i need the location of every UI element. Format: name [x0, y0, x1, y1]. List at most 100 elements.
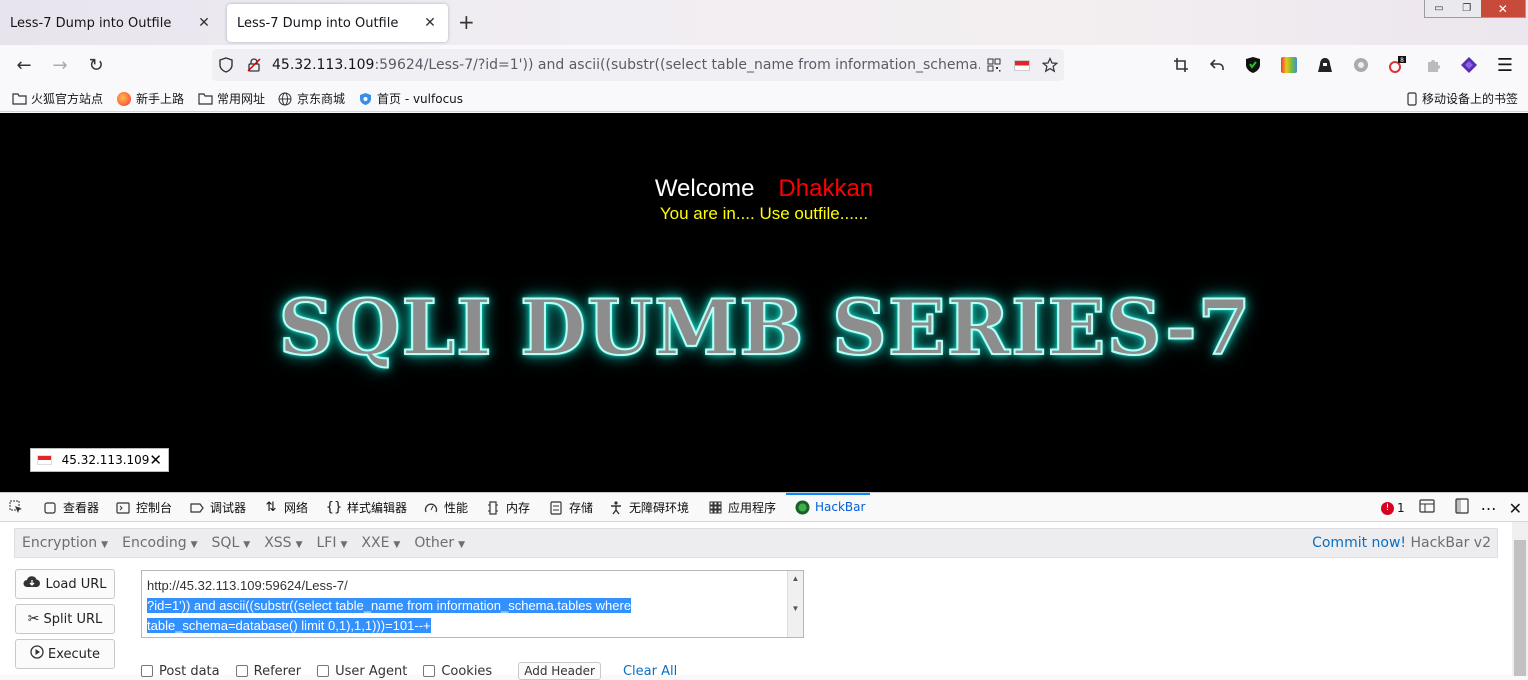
tab-label: 性能	[444, 501, 469, 515]
console-icon	[115, 500, 131, 516]
tab-accessibility[interactable]: 无障碍环境	[608, 499, 689, 516]
purple-diamond-extension-icon[interactable]	[1459, 55, 1479, 75]
menu-xss[interactable]: XSS ▼	[257, 535, 309, 551]
singapore-flag-icon[interactable]	[1008, 59, 1036, 71]
tab-inspector[interactable]: 查看器	[42, 499, 99, 516]
checkbox[interactable]	[141, 665, 153, 677]
network-arrows-icon: ⇅	[265, 500, 277, 515]
tab-debugger[interactable]: 调试器	[189, 499, 246, 516]
scroll-up-icon[interactable]: ▲	[788, 571, 803, 587]
menu-lfi[interactable]: LFI ▼	[309, 535, 354, 551]
element-picker-icon[interactable]	[8, 499, 29, 515]
menu-label: XSS	[264, 535, 292, 551]
tab-inactive[interactable]: Less-7 Dump into Outfile ✕	[0, 4, 222, 42]
execute-button[interactable]: Execute	[15, 639, 115, 669]
split-url-button[interactable]: ✂ Split URL	[15, 604, 115, 634]
devtools-scrollbar[interactable]	[1512, 522, 1528, 676]
url-host: 45.32.113.109	[272, 57, 375, 73]
commit-now-link[interactable]: Commit now!	[1312, 535, 1406, 551]
bookmarks-toolbar: 火狐官方站点 新手上路 常用网址 京东商城 首页 - vulfocus 移动设备…	[0, 85, 1528, 112]
tab-network[interactable]: ⇅ 网络	[263, 499, 308, 516]
close-devtools-icon[interactable]: ✕	[1509, 499, 1522, 518]
mobile-icon	[1406, 91, 1418, 106]
welcome-line: Welcome Dhakkan	[0, 175, 1528, 203]
bookmark-item[interactable]: 常用网址	[197, 90, 265, 107]
tab-close-icon[interactable]: ✕	[422, 15, 438, 31]
undo-arrow-icon[interactable]	[1207, 55, 1227, 75]
tab-performance[interactable]: 性能	[423, 499, 468, 516]
tab-console[interactable]: 控制台	[115, 499, 172, 516]
menu-hamburger-icon[interactable]: ☰	[1495, 55, 1515, 76]
menu-xxe[interactable]: XXE ▼	[354, 535, 407, 551]
restore-button[interactable]: ❐	[1453, 0, 1481, 17]
tab-memory[interactable]: 内存	[485, 499, 530, 516]
singapore-flag-icon	[37, 455, 52, 465]
menu-sql[interactable]: SQL ▼	[205, 535, 258, 551]
checkbox[interactable]	[317, 665, 330, 677]
bookmark-item[interactable]: 首页 - vulfocus	[357, 90, 463, 107]
back-button[interactable]: ←	[12, 53, 36, 77]
navigation-toolbar: ← → ↻ 45.32.113.109:59624/Less-7/?id=1')…	[0, 45, 1528, 85]
mobile-bookmarks[interactable]: 移动设备上的书签	[1406, 90, 1518, 107]
wappalyzer-extension-icon[interactable]: 8	[1387, 55, 1407, 75]
tab-label: 调试器	[210, 501, 247, 515]
tracking-protection-icon[interactable]	[212, 57, 240, 73]
window-close-button[interactable]: ✕	[1480, 0, 1525, 17]
more-options-icon[interactable]: ⋯	[1481, 499, 1497, 518]
tab-application[interactable]: 应用程序	[707, 499, 776, 516]
dock-side-icon[interactable]	[1454, 498, 1469, 518]
crop-screenshot-icon[interactable]	[1171, 55, 1191, 75]
url-text[interactable]: 45.32.113.109:59624/Less-7/?id=1')) and …	[268, 57, 980, 73]
hacker-extension-icon[interactable]	[1315, 55, 1335, 75]
status-message: You are in.... Use outfile......	[659, 204, 869, 223]
tab-hackbar[interactable]: HackBar	[794, 499, 865, 515]
menu-other[interactable]: Other ▼	[407, 535, 472, 551]
close-icon[interactable]: ✕	[149, 451, 162, 469]
circle-extension-icon[interactable]	[1351, 55, 1371, 75]
menu-encryption[interactable]: Encryption ▼	[15, 535, 115, 551]
scissors-icon: ✂	[27, 611, 40, 627]
referer-checkbox[interactable]: Referer	[235, 664, 301, 679]
bookmark-star-icon[interactable]	[1036, 57, 1064, 73]
hackbar-url-textarea[interactable]: http://45.32.113.109:59624/Less-7/ ?id=1…	[141, 570, 804, 638]
tab-close-icon[interactable]: ✕	[196, 15, 212, 31]
cookies-checkbox[interactable]: Cookies	[423, 664, 492, 679]
scrollbar-thumb[interactable]	[1514, 540, 1526, 676]
memory-chip-icon	[485, 500, 501, 516]
add-header-button[interactable]: Add Header	[518, 662, 601, 680]
scroll-down-icon[interactable]: ▼	[788, 601, 803, 617]
user-agent-checkbox[interactable]: User Agent	[317, 664, 407, 679]
tab-label: 网络	[284, 501, 309, 515]
minimize-button[interactable]: ▭	[1425, 0, 1453, 17]
responsive-layout-icon[interactable]	[1418, 499, 1435, 517]
tab-active[interactable]: Less-7 Dump into Outfile ✕	[227, 4, 448, 42]
tab-label: HackBar	[815, 500, 866, 514]
clear-all-link[interactable]: Clear All	[623, 664, 677, 679]
error-counter[interactable]: ! 1	[1380, 501, 1405, 515]
load-url-button[interactable]: Load URL	[15, 569, 115, 599]
bookmark-item[interactable]: 新手上路	[116, 90, 184, 107]
puzzle-extension-icon[interactable]	[1423, 55, 1443, 75]
button-label: Split URL	[43, 611, 103, 627]
tab-storage[interactable]: 存储	[548, 499, 593, 516]
forward-button[interactable]: →	[48, 53, 72, 77]
post-data-checkbox[interactable]: Post data	[141, 664, 220, 679]
tab-style-editor[interactable]: {} 样式编辑器	[326, 499, 407, 516]
bookmark-label: 火狐官方站点	[31, 92, 104, 106]
ublock-shield-icon[interactable]	[1243, 55, 1263, 75]
bookmark-item[interactable]: 火狐官方站点	[11, 90, 103, 107]
url-line-selected: ?id=1')) and ascii((substr((select table…	[147, 598, 632, 613]
new-tab-button[interactable]: +	[458, 10, 475, 34]
reload-button[interactable]: ↻	[84, 53, 108, 77]
insecure-lock-icon[interactable]	[240, 57, 268, 73]
textarea-scrollbar[interactable]: ▲ ▼	[787, 571, 803, 637]
url-bar[interactable]: 45.32.113.109:59624/Less-7/?id=1')) and …	[212, 49, 1064, 81]
gauge-icon	[423, 500, 439, 516]
menu-label: XXE	[361, 535, 390, 551]
checkbox[interactable]	[235, 665, 248, 677]
qr-code-icon[interactable]	[980, 58, 1008, 72]
checkbox[interactable]	[423, 665, 436, 677]
menu-encoding[interactable]: Encoding ▼	[115, 535, 204, 551]
extension-colorful-icon[interactable]	[1279, 55, 1299, 75]
bookmark-item[interactable]: 京东商城	[277, 90, 345, 107]
